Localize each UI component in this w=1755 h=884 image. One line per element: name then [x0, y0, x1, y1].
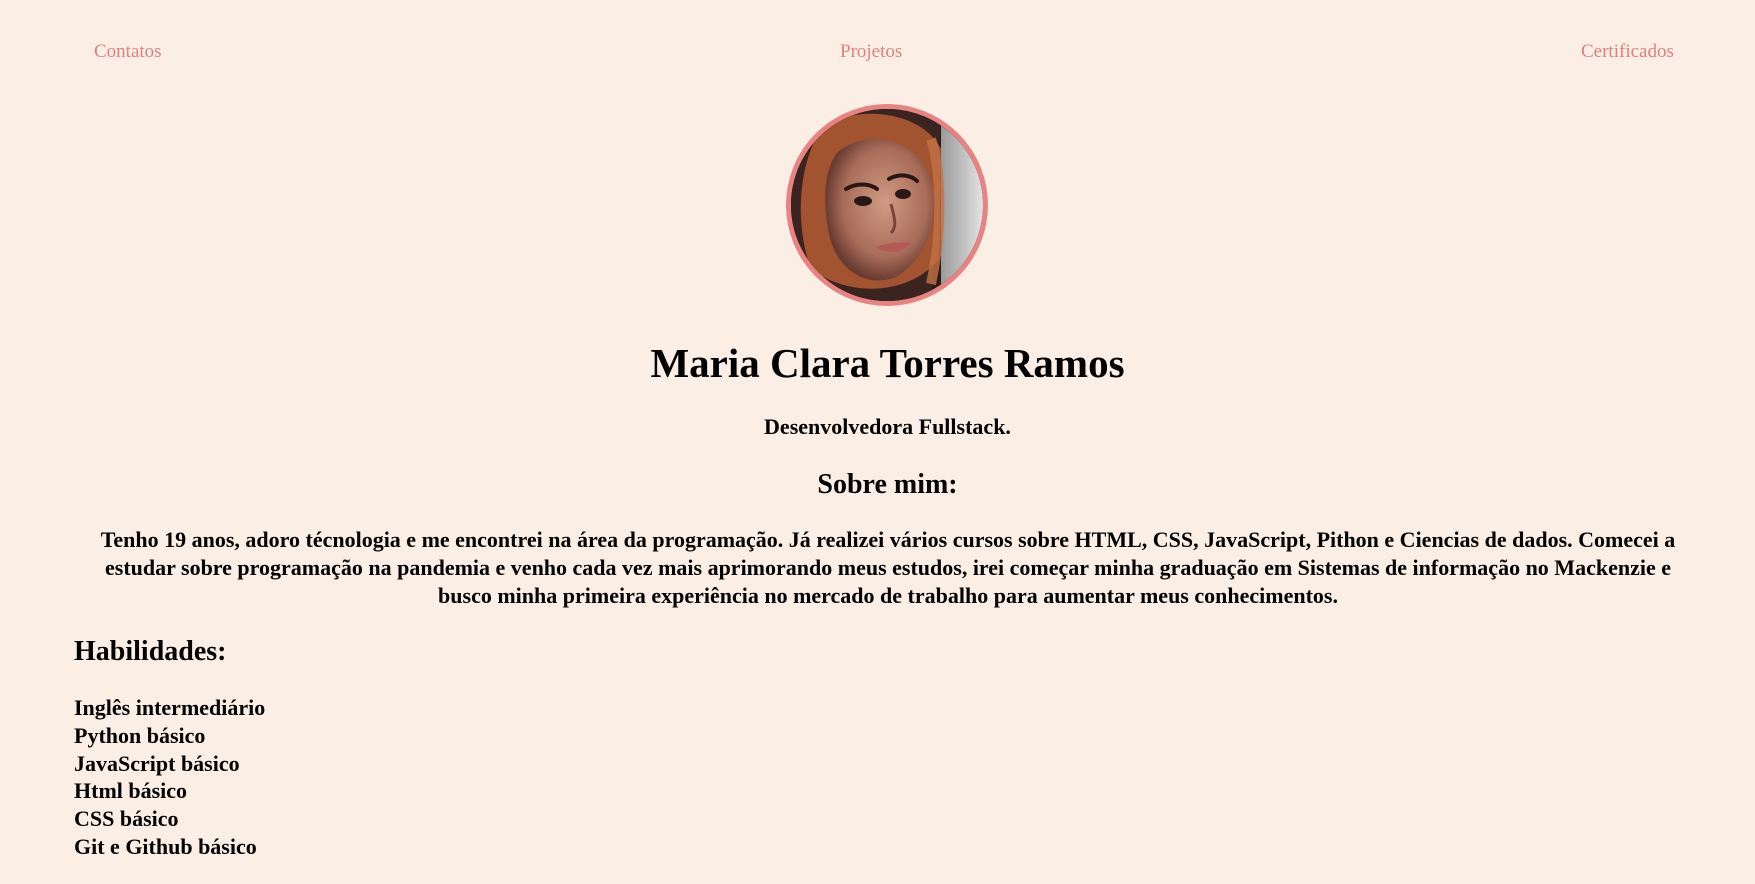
skill-item: Git e Github básico: [74, 833, 257, 859]
profile-role: Desenvolvedora Fullstack.: [764, 414, 1011, 439]
skill-item: Python básico: [74, 722, 206, 748]
skill-item: Inglês intermediário: [74, 695, 266, 720]
skill-item: CSS básico: [74, 806, 179, 832]
skills-heading: Habilidades:: [74, 636, 227, 667]
profile-photo: [791, 109, 983, 301]
nav-link-contatos[interactable]: Contatos: [94, 40, 162, 64]
about-heading: Sobre mim:: [817, 469, 958, 500]
nav-link-certificados[interactable]: Certificados: [1581, 40, 1674, 64]
nav-link-projetos[interactable]: Projetos: [840, 40, 902, 64]
about-text: Tenho 19 anos, adoro técnologia e me enc…: [100, 527, 1676, 608]
profile-avatar: [786, 104, 988, 306]
skills-list: Inglês intermediário Python básico JavaS…: [74, 694, 265, 861]
skill-item: JavaScript básico: [74, 750, 240, 776]
top-nav: Contatos Projetos Certificados: [0, 40, 1755, 64]
skill-item: Html básico: [74, 778, 188, 804]
profile-name: Maria Clara Torres Ramos: [650, 340, 1125, 386]
